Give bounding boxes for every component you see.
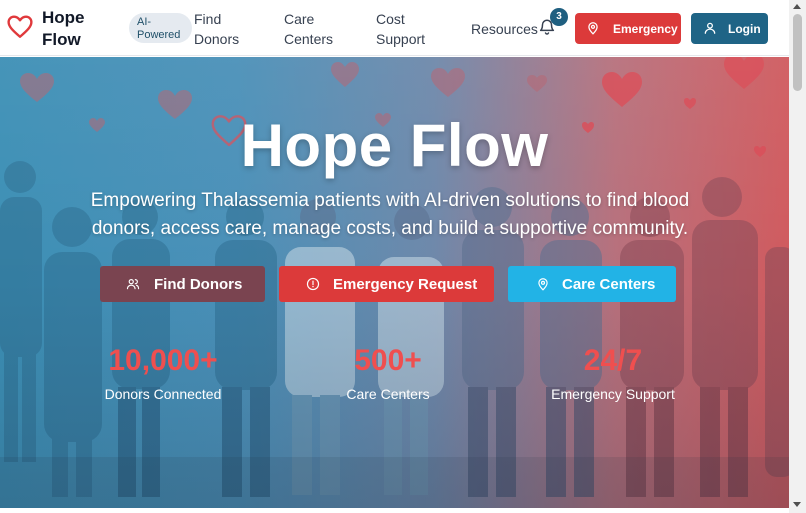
map-pin-icon — [588, 22, 598, 35]
scrollbar-thumb[interactable] — [793, 14, 802, 91]
scroll-up-arrow-icon[interactable] — [793, 4, 801, 9]
nav-label-line: Cost — [376, 11, 405, 27]
site-header: Hope Flow AI- Powered Find Donors Care C… — [0, 0, 789, 56]
ai-powered-badge: AI- Powered — [129, 13, 192, 43]
stat-donors-connected: 10,000+ Donors Connected — [63, 343, 263, 403]
brand-line-2: Flow — [42, 30, 81, 49]
hero-title: Hope Flow — [240, 112, 549, 179]
care-centers-button[interactable]: Care Centers — [508, 266, 676, 302]
badge-line-1: AI- — [137, 16, 152, 28]
stat-label: Donors Connected — [104, 386, 222, 402]
emergency-request-button[interactable]: Emergency Request — [279, 266, 494, 302]
find-donors-label: Find Donors — [154, 276, 243, 293]
user-icon — [704, 22, 716, 34]
login-button[interactable]: Login — [691, 13, 768, 44]
nav-label-line: Care — [284, 11, 315, 27]
hero-subtitle: Empowering Thalassemia patients with AI-… — [90, 190, 690, 239]
emergency-button-label: Emergency — [613, 22, 678, 36]
notification-count-badge: 3 — [550, 8, 568, 26]
stat-value: 500+ — [354, 344, 422, 377]
nav-care-centers[interactable]: Care Centers — [284, 9, 344, 49]
nav-label-line: Centers — [284, 31, 334, 47]
brand-line-1: Hope — [42, 8, 85, 27]
heart-icon[interactable] — [7, 15, 33, 39]
brand-name[interactable]: Hope Flow — [42, 7, 102, 51]
find-donors-button[interactable]: Find Donors — [100, 266, 265, 302]
nav-label-line: Donors — [194, 31, 240, 47]
nav-label-line: Resources — [471, 21, 538, 37]
alert-circle-icon — [306, 277, 320, 291]
scroll-down-arrow-icon[interactable] — [793, 502, 801, 507]
badge-line-2: Powered — [137, 29, 181, 41]
stat-value: 24/7 — [583, 344, 643, 377]
nav-label-line: Support — [376, 31, 426, 47]
hero-section: Hope Flow Empowering Thalassemia patient… — [0, 57, 789, 508]
users-icon — [126, 279, 140, 290]
stat-emergency-support: 24/7 Emergency Support — [513, 343, 713, 403]
stat-value: 10,000+ — [108, 344, 218, 377]
nav-label-line: Find — [194, 11, 222, 27]
nav-find-donors[interactable]: Find Donors — [194, 9, 254, 49]
emergency-button[interactable]: Emergency — [575, 13, 681, 44]
stat-label: Emergency Support — [551, 386, 675, 402]
stat-care-centers: 500+ Care Centers — [288, 343, 488, 403]
page-bottom-edge — [0, 508, 789, 513]
emergency-request-label: Emergency Request — [333, 276, 478, 293]
vertical-scrollbar[interactable] — [789, 0, 806, 513]
nav-resources[interactable]: Resources — [471, 19, 538, 39]
stat-label: Care Centers — [346, 386, 430, 402]
care-centers-label: Care Centers — [562, 276, 656, 293]
browser-viewport: Hope Flow AI- Powered Find Donors Care C… — [0, 0, 806, 513]
login-button-label: Login — [728, 22, 761, 36]
map-pin-icon — [538, 278, 548, 291]
nav-cost-support[interactable]: Cost Support — [376, 9, 436, 49]
